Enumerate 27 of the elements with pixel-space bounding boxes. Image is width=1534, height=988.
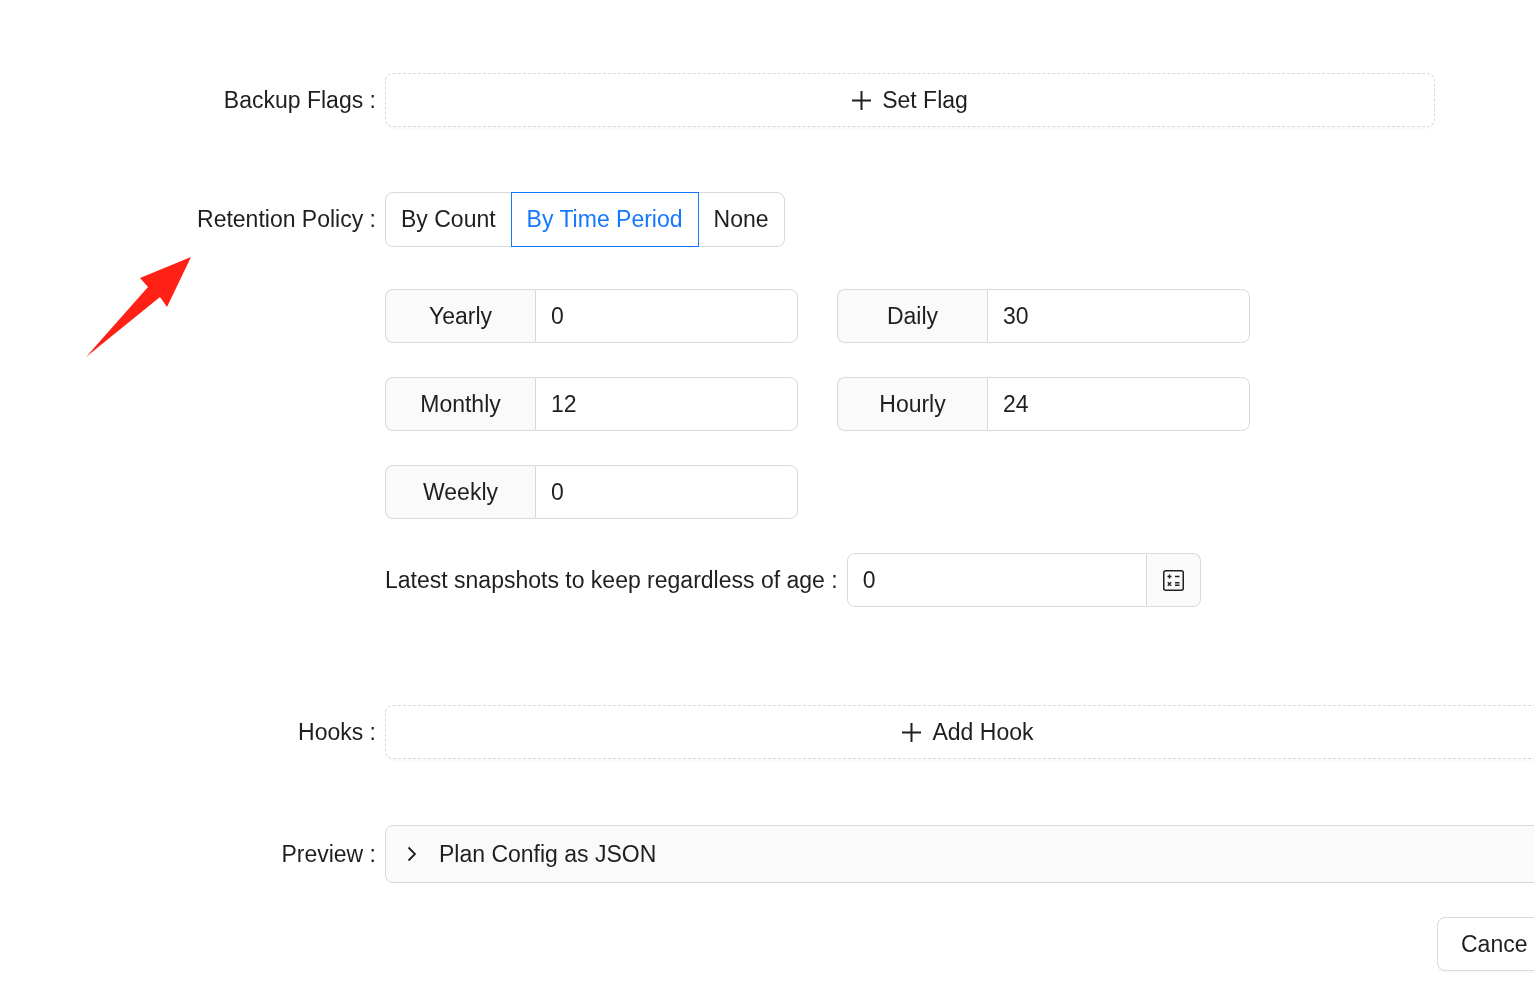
plus-icon <box>902 722 922 742</box>
calculator-icon <box>1162 569 1184 591</box>
field-label: Retention Policy : <box>196 206 377 233</box>
cancel-button[interactable]: Cance <box>1437 917 1534 971</box>
segment-option[interactable]: None <box>697 192 785 247</box>
field-label: Yearly <box>385 289 535 343</box>
add-hook-button[interactable]: Add Hook <box>385 705 1534 759</box>
input-field[interactable]: 0 <box>846 553 1147 607</box>
plus-icon <box>852 90 872 110</box>
set-flag-button[interactable]: Set Flag <box>385 73 1435 127</box>
input-field[interactable]: 0 <box>535 465 798 519</box>
field-label: Hooks : <box>297 718 377 746</box>
field-label: Daily <box>837 289 987 343</box>
field-label: Latest snapshots to keep regardless of age : <box>385 566 839 594</box>
collapse-header[interactable]: Plan Config as JSON <box>385 825 1534 883</box>
segment-option[interactable]: By Time Period <box>510 192 699 247</box>
input-field[interactable]: 0 <box>535 289 798 343</box>
field-label: Weekly <box>385 465 535 519</box>
field-label: Hourly <box>837 377 987 431</box>
field-label: Backup Flags : <box>222 86 377 114</box>
calculator-button[interactable] <box>1146 553 1201 607</box>
input-field[interactable]: 24 <box>987 377 1250 431</box>
field-label: Monthly <box>385 377 535 431</box>
segment-option[interactable]: By Count <box>385 192 512 247</box>
input-field[interactable]: 30 <box>987 289 1250 343</box>
input-field[interactable]: 12 <box>535 377 798 431</box>
field-label: Preview : <box>280 840 377 868</box>
